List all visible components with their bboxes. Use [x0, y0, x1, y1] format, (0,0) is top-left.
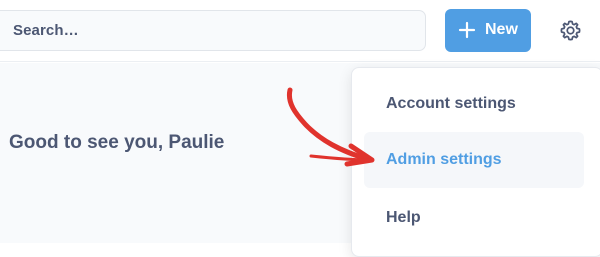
new-button-label: New: [485, 21, 518, 38]
top-navigation-bar: Search… New: [0, 0, 600, 62]
menu-item-label: Account settings: [386, 95, 516, 112]
new-button[interactable]: New: [445, 9, 531, 52]
menu-item-admin-settings[interactable]: Admin settings: [364, 132, 584, 188]
settings-dropdown-menu: Account settings Admin settings Help: [351, 67, 600, 257]
menu-item-label: Admin settings: [386, 151, 502, 168]
plus-icon: [458, 21, 476, 39]
search-input[interactable]: Search…: [0, 10, 426, 51]
greeting-heading: Good to see you, Paulie: [9, 132, 225, 153]
gear-icon[interactable]: [559, 19, 582, 42]
search-placeholder: Search…: [13, 22, 79, 39]
menu-item-account-settings[interactable]: Account settings: [364, 76, 584, 132]
menu-item-label: Help: [386, 209, 421, 226]
menu-item-help[interactable]: Help: [364, 190, 584, 246]
